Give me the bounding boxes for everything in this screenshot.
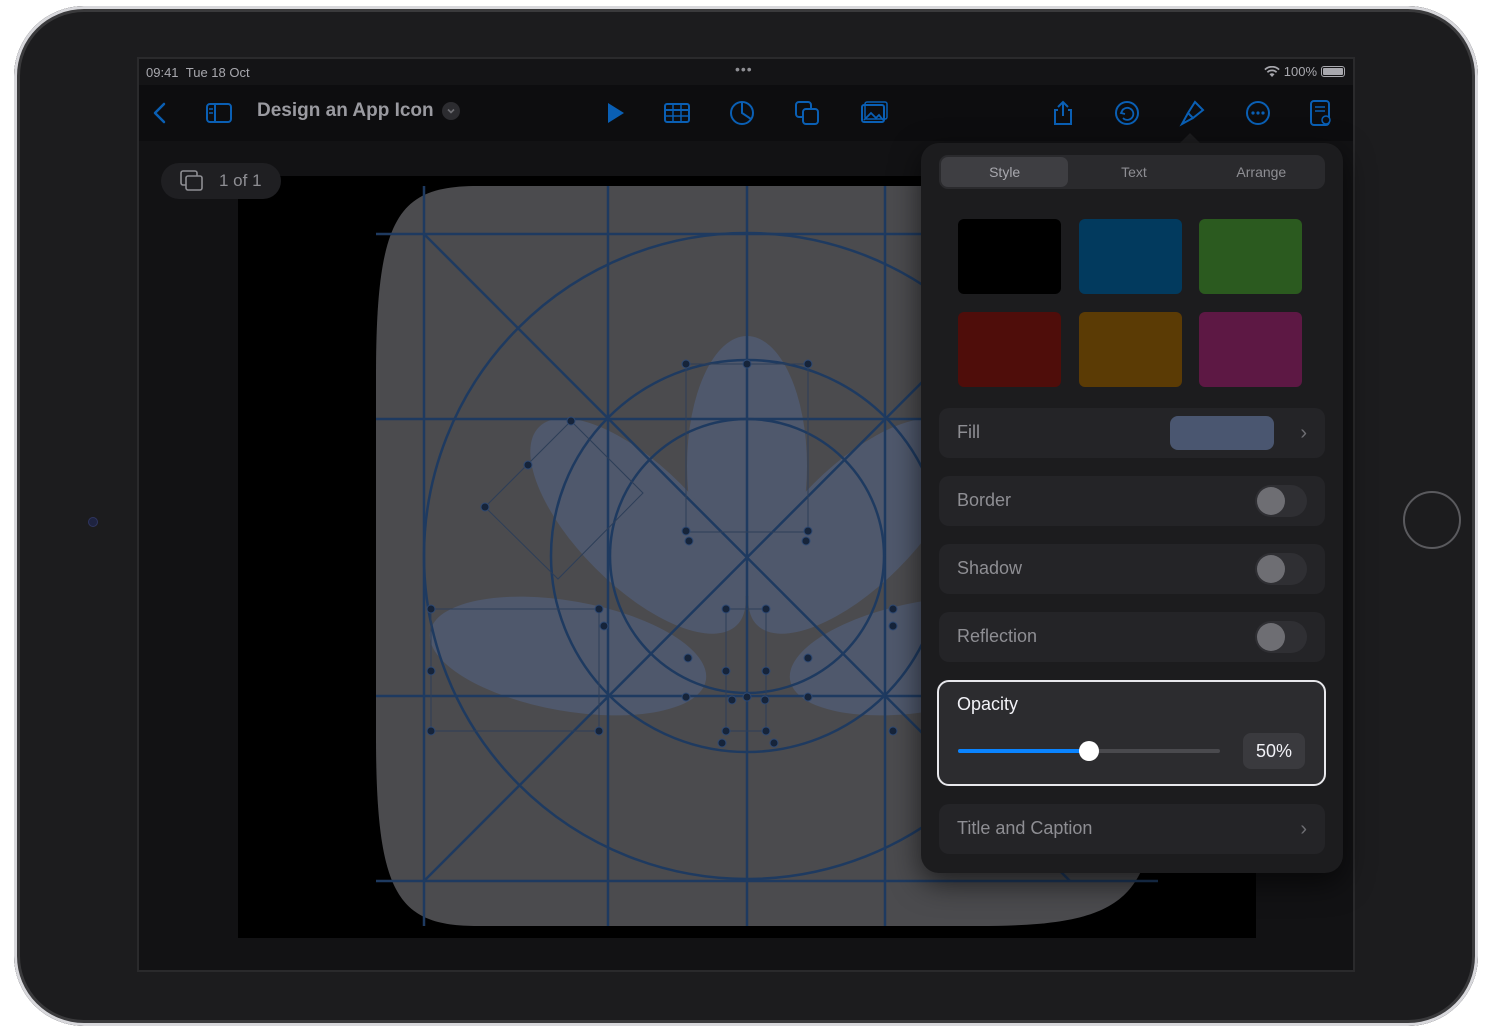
status-bar: 09:41 Tue 18 Oct ••• 100%: [139, 59, 1353, 85]
shadow-label: Shadow: [957, 558, 1023, 578]
toggle-knob: [1257, 487, 1285, 515]
reflection-label: Reflection: [957, 626, 1038, 646]
style-swatch-orange[interactable]: [1079, 312, 1182, 387]
document-title[interactable]: Design an App Icon: [257, 100, 460, 122]
fill-color-well[interactable]: [1170, 416, 1274, 450]
chevron-right-icon: ›: [1300, 818, 1307, 840]
title-caption-row[interactable]: Title and Caption ›: [939, 804, 1325, 854]
opacity-card: Opacity 50%: [937, 680, 1326, 786]
style-swatch-black[interactable]: [958, 219, 1061, 294]
more-icon[interactable]: [1242, 97, 1274, 129]
opacity-slider-fill: [958, 749, 1089, 753]
toggle-knob: [1257, 555, 1285, 583]
multitasking-dots[interactable]: •••: [735, 61, 753, 77]
toggle-knob: [1257, 623, 1285, 651]
fill-row[interactable]: Fill ›: [939, 408, 1325, 458]
opacity-slider[interactable]: [958, 741, 1220, 761]
style-swatch-blue[interactable]: [1079, 219, 1182, 294]
battery-icon: [1321, 66, 1345, 77]
home-button[interactable]: [1403, 491, 1461, 549]
sidebar-icon[interactable]: [203, 97, 235, 129]
media-icon[interactable]: [858, 97, 890, 129]
format-popover: Style Text Arrange Fill › Border Shadow …: [921, 143, 1343, 873]
style-swatch-magenta[interactable]: [1199, 312, 1302, 387]
document-title-text: Design an App Icon: [257, 100, 434, 121]
page-indicator-text: 1 of 1: [219, 171, 262, 190]
back-chevron-icon[interactable]: [145, 97, 177, 129]
chart-icon[interactable]: [726, 97, 758, 129]
shadow-row: Shadow: [939, 544, 1325, 594]
tab-arrange[interactable]: Arrange: [1198, 155, 1325, 189]
table-icon[interactable]: [661, 97, 693, 129]
chevron-right-icon: ›: [1300, 422, 1307, 444]
page-indicator[interactable]: 1 of 1: [161, 163, 281, 199]
border-label: Border: [957, 490, 1012, 510]
wifi-icon: [1264, 65, 1280, 77]
style-swatch-green[interactable]: [1199, 219, 1302, 294]
opacity-value-field[interactable]: 50%: [1243, 733, 1305, 769]
battery-percent: 100%: [1283, 64, 1317, 79]
toolbar: Design an App Icon: [139, 85, 1353, 141]
tab-text[interactable]: Text: [1070, 155, 1197, 189]
style-swatch-red[interactable]: [958, 312, 1061, 387]
shadow-toggle[interactable]: [1255, 553, 1307, 585]
border-row: Border: [939, 476, 1325, 526]
format-tabs: Style Text Arrange: [939, 155, 1325, 189]
shapes-icon[interactable]: [791, 97, 823, 129]
slides-icon: [180, 170, 203, 191]
status-time: 09:41 Tue 18 Oct: [146, 65, 250, 80]
opacity-label: Opacity: [957, 694, 1019, 714]
status-right: 100%: [1264, 64, 1345, 79]
play-icon[interactable]: [599, 97, 631, 129]
title-caption-label: Title and Caption: [957, 818, 1093, 838]
chevron-down-icon[interactable]: [441, 102, 460, 120]
share-icon[interactable]: [1047, 97, 1079, 129]
reflection-row: Reflection: [939, 612, 1325, 662]
undo-icon[interactable]: [1111, 97, 1143, 129]
opacity-slider-thumb[interactable]: [1079, 741, 1099, 761]
format-brush-icon[interactable]: [1177, 97, 1209, 129]
document-icon[interactable]: [1304, 97, 1336, 129]
border-toggle[interactable]: [1255, 485, 1307, 517]
front-camera: [88, 517, 98, 527]
tab-style[interactable]: Style: [941, 157, 1069, 187]
fill-label: Fill: [957, 422, 980, 442]
reflection-toggle[interactable]: [1255, 621, 1307, 653]
